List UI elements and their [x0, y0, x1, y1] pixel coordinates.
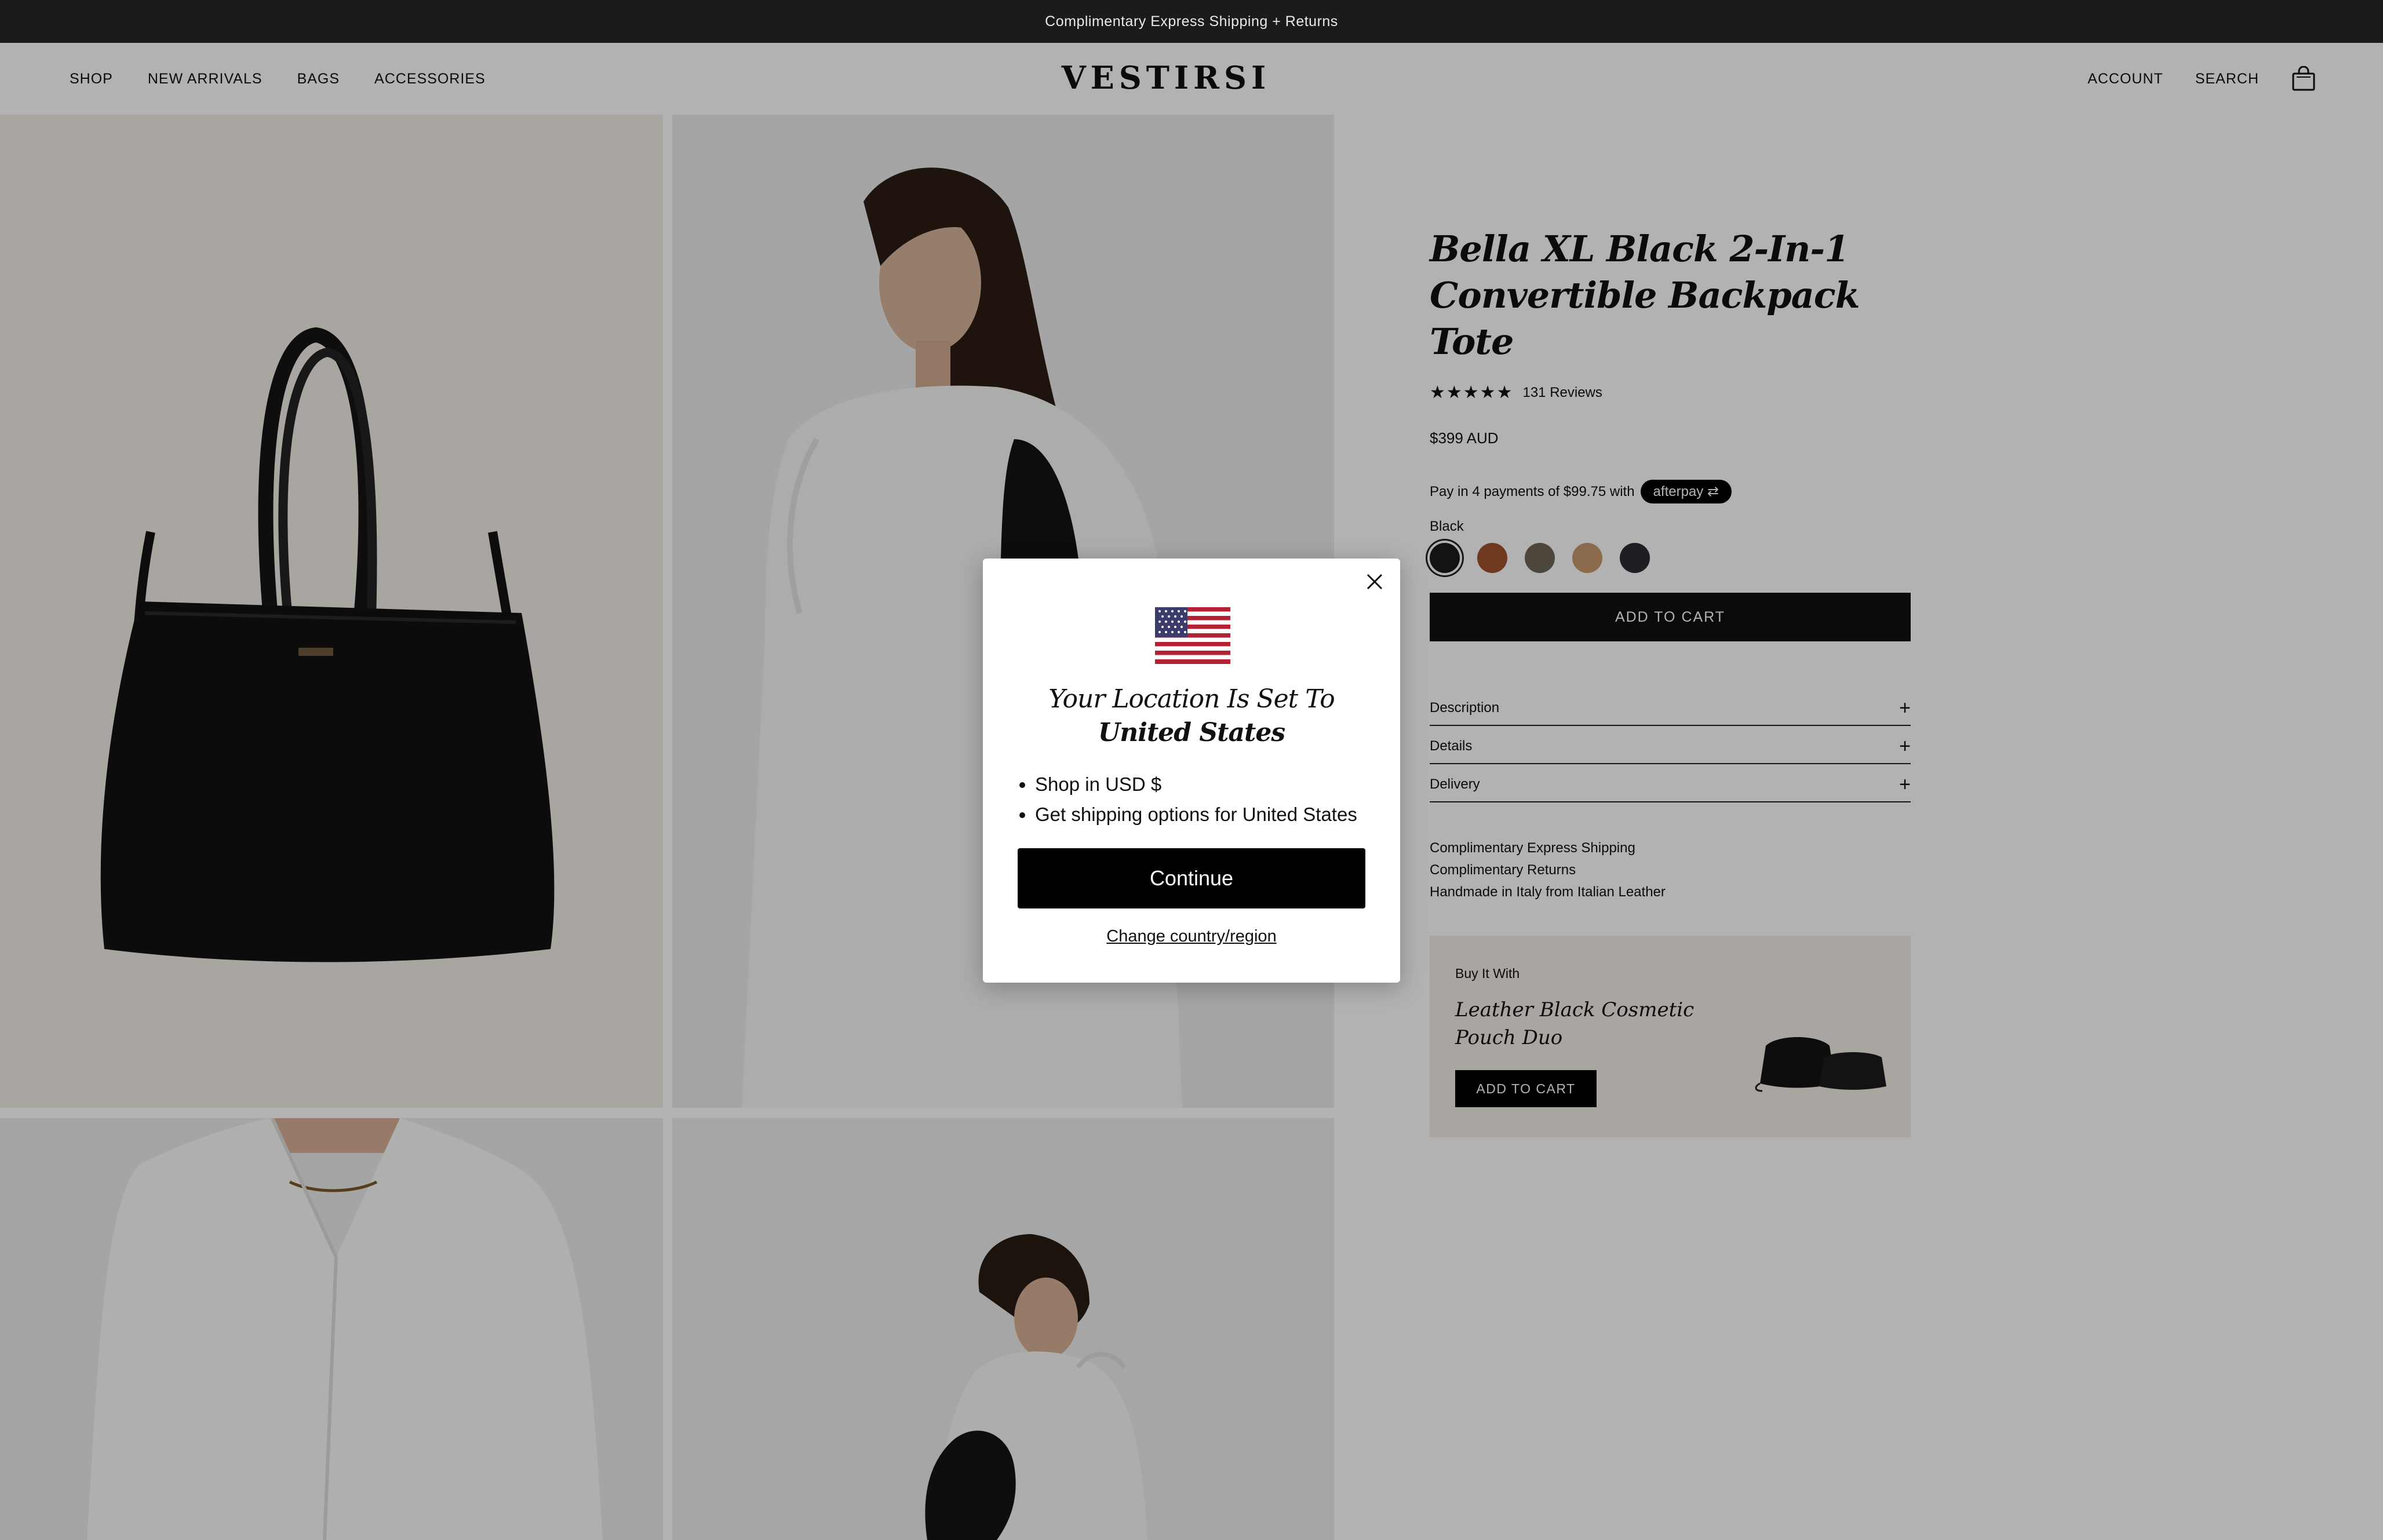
location-modal: Your Location Is Set To United States Sh… [983, 559, 1400, 983]
modal-benefits-list: Shop in USD $ Get shipping options for U… [1035, 769, 1383, 830]
announcement-bar: Complimentary Express Shipping + Returns [0, 0, 2383, 43]
modal-title-prefix: Your Location Is Set To [1048, 684, 1335, 714]
announcement-text: Complimentary Express Shipping + Returns [1045, 13, 1338, 30]
modal-title: Your Location Is Set To United States [1006, 683, 1377, 750]
page: Complimentary Express Shipping + Returns… [0, 0, 2383, 1540]
modal-bullet-shipping: Get shipping options for United States [1035, 800, 1383, 830]
us-flag-icon [1155, 607, 1230, 664]
modal-title-country: United States [1098, 718, 1285, 747]
close-icon[interactable] [1362, 569, 1387, 594]
modal-bullet-currency: Shop in USD $ [1035, 769, 1383, 800]
continue-button[interactable]: Continue [1018, 848, 1365, 908]
change-country-link[interactable]: Change country/region [983, 927, 1400, 946]
